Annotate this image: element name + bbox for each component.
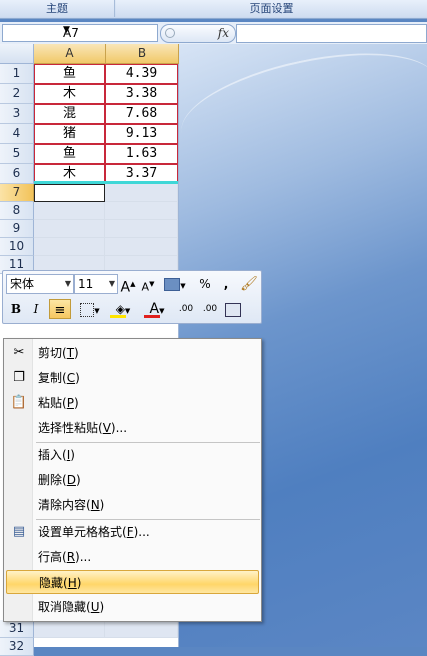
font-color-bar xyxy=(144,315,160,318)
cell-a5[interactable]: 鱼 xyxy=(34,144,105,164)
insert-function-icon[interactable]: fx xyxy=(218,26,229,40)
decrease-decimal-icon: .00 xyxy=(202,304,218,314)
row-header-5[interactable]: 5 xyxy=(0,144,34,164)
fill-color-bar xyxy=(110,315,126,318)
formula-bar: A7 ▼ fx xyxy=(0,22,427,45)
cell-a1[interactable]: 鱼 xyxy=(34,64,105,84)
menu-item-clear-contents[interactable]: 清除内容(N) xyxy=(6,493,259,517)
cell-a8[interactable] xyxy=(34,202,105,220)
row-header-3[interactable]: 3 xyxy=(0,104,34,124)
row-header-4[interactable]: 4 xyxy=(0,124,34,144)
chevron-down-icon[interactable]: ▼ xyxy=(109,275,115,293)
column-header-b[interactable]: B xyxy=(106,44,179,64)
chevron-down-icon[interactable]: ▼ xyxy=(65,275,71,293)
accounting-format-button[interactable]: ▼ xyxy=(161,274,189,294)
row-header-1[interactable]: 1 xyxy=(0,64,34,84)
decrease-decimal-button[interactable]: .00 xyxy=(199,299,221,319)
menu-item-paste[interactable]: 📋 粘贴(P) xyxy=(6,391,259,415)
menu-item-format-cells[interactable]: ▤ 设置单元格格式(F)... xyxy=(6,520,259,544)
row-header-8[interactable]: 8 xyxy=(0,202,34,220)
font-color-button[interactable]: A▼ xyxy=(141,299,173,319)
row-header-6[interactable]: 6 xyxy=(0,164,34,184)
cell-b5[interactable]: 1.63 xyxy=(105,144,178,164)
ribbon-tab-strip: 主题 页面设置 xyxy=(0,0,427,19)
cell-b3[interactable]: 7.68 xyxy=(105,104,178,124)
cell-b10[interactable] xyxy=(105,238,178,256)
scissors-icon: ✂ xyxy=(13,345,25,360)
name-box[interactable]: A7 ▼ xyxy=(2,24,158,42)
merge-center-button[interactable] xyxy=(223,299,243,319)
font-name-value: 宋体 xyxy=(10,277,35,291)
row-header-10[interactable]: 10 xyxy=(0,238,34,256)
merge-center-icon xyxy=(225,302,241,317)
copy-marquee-line xyxy=(34,181,178,184)
menu-item-row-height[interactable]: 行高(R)... xyxy=(6,545,259,569)
ribbon-group-theme[interactable]: 主题 xyxy=(0,0,115,17)
center-align-button[interactable]: ≡ xyxy=(49,299,71,319)
row-header-2[interactable]: 2 xyxy=(0,84,34,104)
menu-item-insert[interactable]: 插入(I) xyxy=(6,443,259,467)
cell-b2[interactable]: 3.38 xyxy=(105,84,178,104)
format-cells-icon: ▤ xyxy=(12,524,26,539)
row-header-31[interactable]: 31 xyxy=(0,620,34,638)
formula-input[interactable] xyxy=(236,24,427,43)
shrink-font-button[interactable]: A▼ xyxy=(139,274,157,294)
row-header-7[interactable]: 7 xyxy=(0,184,34,202)
shrink-font-letter: A xyxy=(141,280,150,294)
context-menu: ✂ 剪切(T) ❐ 复制(C) 📋 粘贴(P) 选择性粘贴(V)... 插入(I… xyxy=(3,338,262,622)
menu-item-unhide[interactable]: 取消隐藏(U) xyxy=(6,595,259,619)
grow-font-letter: A xyxy=(120,279,131,296)
cell-a10[interactable] xyxy=(34,238,105,256)
cell-b1[interactable]: 4.39 xyxy=(105,64,178,84)
cell-a7-active[interactable] xyxy=(34,184,105,202)
cell-b8[interactable] xyxy=(105,202,178,220)
resize-handle-icon[interactable] xyxy=(165,28,175,38)
cell-a9[interactable] xyxy=(34,220,105,238)
font-size-value: 11 xyxy=(78,277,94,291)
borders-icon xyxy=(80,302,95,317)
paste-icon: 📋 xyxy=(10,395,28,410)
row-header-9[interactable]: 9 xyxy=(0,220,34,238)
increase-decimal-icon: .00 xyxy=(178,304,194,314)
cell-b4[interactable]: 9.13 xyxy=(105,124,178,144)
menu-item-paste-special[interactable]: 选择性粘贴(V)... xyxy=(6,416,259,440)
copy-icon: ❐ xyxy=(13,370,25,385)
fill-bucket-icon: ◈ xyxy=(115,302,125,316)
cell-a3[interactable]: 混 xyxy=(34,104,105,124)
percent-style-button[interactable]: % xyxy=(195,274,215,294)
increase-decimal-button[interactable]: .00 xyxy=(175,299,197,319)
cell-a4[interactable]: 猪 xyxy=(34,124,105,144)
select-all-corner[interactable] xyxy=(0,44,34,64)
cell-a31[interactable] xyxy=(34,620,105,638)
menu-item-copy[interactable]: ❐ 复制(C) xyxy=(6,366,259,390)
menu-item-delete[interactable]: 删除(D) xyxy=(6,468,259,492)
format-painter-icon[interactable]: 🖌 xyxy=(239,274,259,294)
font-name-combo[interactable]: 宋体 ▼ xyxy=(6,274,74,294)
insert-function-area[interactable]: fx xyxy=(160,24,236,43)
comma-style-button[interactable]: , xyxy=(219,274,233,294)
menu-item-cut[interactable]: ✂ 剪切(T) xyxy=(6,341,259,365)
cell-b7[interactable] xyxy=(105,184,178,202)
font-size-combo[interactable]: 11 ▼ xyxy=(74,274,118,294)
ribbon-group-page-setup[interactable]: 页面设置 xyxy=(116,0,427,17)
borders-button[interactable]: ▼ xyxy=(75,299,105,319)
grow-font-button[interactable]: A▲ xyxy=(119,274,137,296)
mini-toolbar: 宋体 ▼ 11 ▼ A▲ A▼ ▼ % , 🖌 B I ≡ ▼ ◈▼ A▼ .0… xyxy=(2,270,262,324)
column-header-a[interactable]: A xyxy=(34,44,106,64)
cell-a2[interactable]: 木 xyxy=(34,84,105,104)
menu-item-hide[interactable]: 隐藏(H) xyxy=(6,570,259,594)
cell-b9[interactable] xyxy=(105,220,178,238)
fill-color-button[interactable]: ◈▼ xyxy=(107,299,139,319)
chevron-down-icon[interactable]: ▼ xyxy=(63,25,154,35)
cell-b31[interactable] xyxy=(105,620,178,638)
accounting-format-icon xyxy=(164,278,181,291)
row-header-32[interactable]: 32 xyxy=(0,638,34,656)
bold-button[interactable]: B xyxy=(7,299,25,319)
italic-button[interactable]: I xyxy=(27,299,45,319)
align-center-icon: ≡ xyxy=(54,303,66,318)
